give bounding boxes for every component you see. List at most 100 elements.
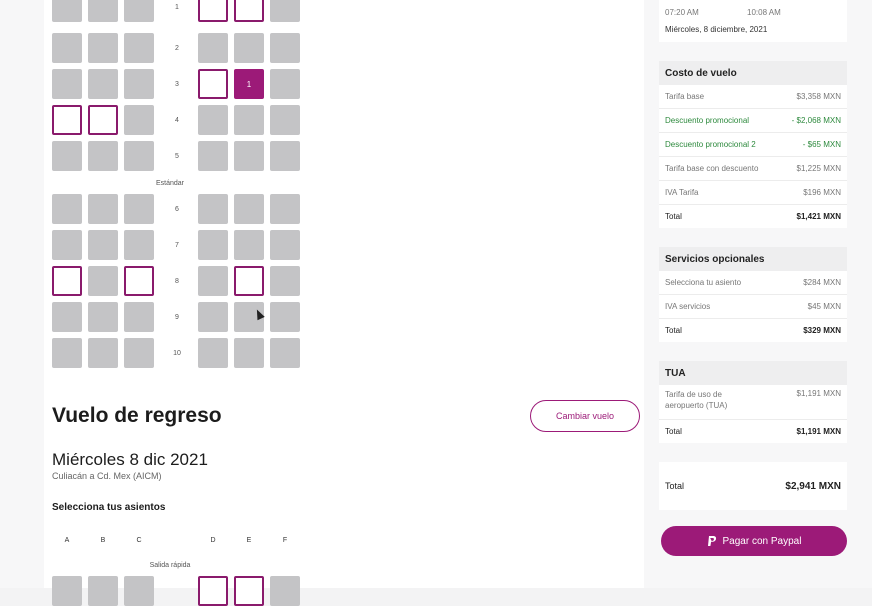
seat-6a — [52, 194, 82, 224]
return-seat-1b — [88, 576, 118, 606]
seat-5c — [124, 141, 154, 171]
seat-6c — [124, 194, 154, 224]
seat-8c[interactable] — [124, 266, 154, 296]
seat-4d — [198, 105, 228, 135]
row-number: 10 — [162, 338, 192, 368]
seat-row-2: 2 — [52, 33, 302, 63]
return-seat-1c — [124, 576, 154, 606]
grand-total-card: Total $2,941 MXN — [659, 462, 847, 510]
seat-8d — [198, 266, 228, 296]
seat-1b — [88, 0, 118, 22]
service-line: IVA servicios $45 MXN — [659, 295, 847, 319]
column-label-e: E — [234, 528, 264, 552]
seat-4b[interactable] — [88, 105, 118, 135]
seat-2f — [270, 33, 300, 63]
seat-1f — [270, 0, 300, 22]
tua-line: Tarifa de uso de aeropuerto (TUA) $1,191 … — [659, 385, 847, 420]
seat-3b — [88, 69, 118, 99]
row-number: 1 — [162, 0, 192, 22]
seat-3f — [270, 69, 300, 99]
seat-6b — [88, 194, 118, 224]
seat-8f — [270, 266, 300, 296]
seat-9a — [52, 302, 82, 332]
seat-2e — [234, 33, 264, 63]
arrival-time: 10:08 AM — [747, 8, 781, 17]
seat-5b — [88, 141, 118, 171]
seat-6d — [198, 194, 228, 224]
seat-3a — [52, 69, 82, 99]
flight-cost-card: Costo de vuelo Tarifa base $3,358 MXN Des… — [659, 61, 847, 228]
seat-5f — [270, 141, 300, 171]
column-label-c: C — [124, 528, 154, 552]
seat-4c — [124, 105, 154, 135]
row-number: 4 — [162, 105, 192, 135]
seat-1d[interactable] — [198, 0, 228, 22]
seat-8a[interactable] — [52, 266, 82, 296]
seat-3e-selected[interactable]: 1 — [234, 69, 264, 99]
row-number: 8 — [162, 266, 192, 296]
paypal-icon — [707, 535, 716, 546]
column-label-b: B — [88, 528, 118, 552]
return-flight-date: Miércoles 8 dic 2021 — [52, 450, 208, 469]
seat-7e — [234, 230, 264, 260]
seat-2a — [52, 33, 82, 63]
seat-5d — [198, 141, 228, 171]
seat-10e — [234, 338, 264, 368]
cost-line: Tarifa base con descuento $1,225 MXN — [659, 157, 847, 181]
seat-7d — [198, 230, 228, 260]
seat-6f — [270, 194, 300, 224]
row-number: 6 — [162, 194, 192, 224]
return-seat-1d[interactable] — [198, 576, 228, 606]
seat-3d[interactable] — [198, 69, 228, 99]
cost-total: Total $1,421 MXN — [665, 212, 841, 221]
seat-8b — [88, 266, 118, 296]
seat-7f — [270, 230, 300, 260]
seat-10c — [124, 338, 154, 368]
grand-total-label: Total — [665, 481, 685, 491]
return-seat-1f — [270, 576, 300, 606]
cost-line: IVA Tarifa $196 MXN — [659, 181, 847, 205]
page: 1 2 3 1 4 5 Estándar 6 7 8 9 10 Vuelo de… — [0, 0, 872, 606]
row-number: 2 — [162, 33, 192, 63]
seat-4e — [234, 105, 264, 135]
seat-1a — [52, 0, 82, 22]
section-label-estandar: Estándar — [155, 180, 185, 187]
change-flight-button[interactable]: Cambiar vuelo — [530, 400, 640, 432]
cost-line-promo-2: Descuento promocional 2- $65 MXN — [659, 133, 847, 157]
seat-row-8: 8 — [52, 266, 302, 296]
seat-2b — [88, 33, 118, 63]
seat-9f — [270, 302, 300, 332]
seat-row-3: 3 1 — [52, 69, 302, 99]
seat-4f — [270, 105, 300, 135]
cost-line-promo: Descuento promocional - $2,068 MXN — [659, 109, 847, 133]
column-label-d: D — [198, 528, 228, 552]
row-number: 7 — [162, 230, 192, 260]
seat-row-9: 9 — [52, 302, 302, 332]
pay-with-paypal-button[interactable]: Pagar con Paypal — [661, 526, 847, 556]
seat-9d — [198, 302, 228, 332]
seat-5e — [234, 141, 264, 171]
seat-row-10: 10 — [52, 338, 302, 368]
return-seat-row-1 — [52, 576, 302, 606]
tua-total: Total $1,191 MXN — [665, 427, 841, 436]
optional-services-header: Servicios opcionales — [659, 247, 847, 271]
seat-8e[interactable] — [234, 266, 264, 296]
seat-row-1: 1 — [52, 0, 302, 22]
departure-time: 07:20 AM — [665, 8, 699, 17]
return-flight-route: Culiacán a Cd. Mex (AICM) — [52, 471, 162, 481]
tua-card: TUA Tarifa de uso de aeropuerto (TUA) $1,… — [659, 361, 847, 443]
return-seat-1e[interactable] — [234, 576, 264, 606]
seat-1e[interactable] — [234, 0, 264, 22]
service-line: Selecciona tu asiento $284 MXN — [659, 271, 847, 295]
section-label-salida-rapida: Salida rápida — [149, 562, 191, 569]
seat-row-5: 5 — [52, 141, 302, 171]
seat-4a[interactable] — [52, 105, 82, 135]
grand-total-value: $2,941 MXN — [785, 480, 841, 492]
seat-row-4: 4 — [52, 105, 302, 135]
seat-row-7: 7 — [52, 230, 302, 260]
seat-7c — [124, 230, 154, 260]
seat-3c — [124, 69, 154, 99]
seat-2d — [198, 33, 228, 63]
seat-7b — [88, 230, 118, 260]
seat-1c — [124, 0, 154, 22]
